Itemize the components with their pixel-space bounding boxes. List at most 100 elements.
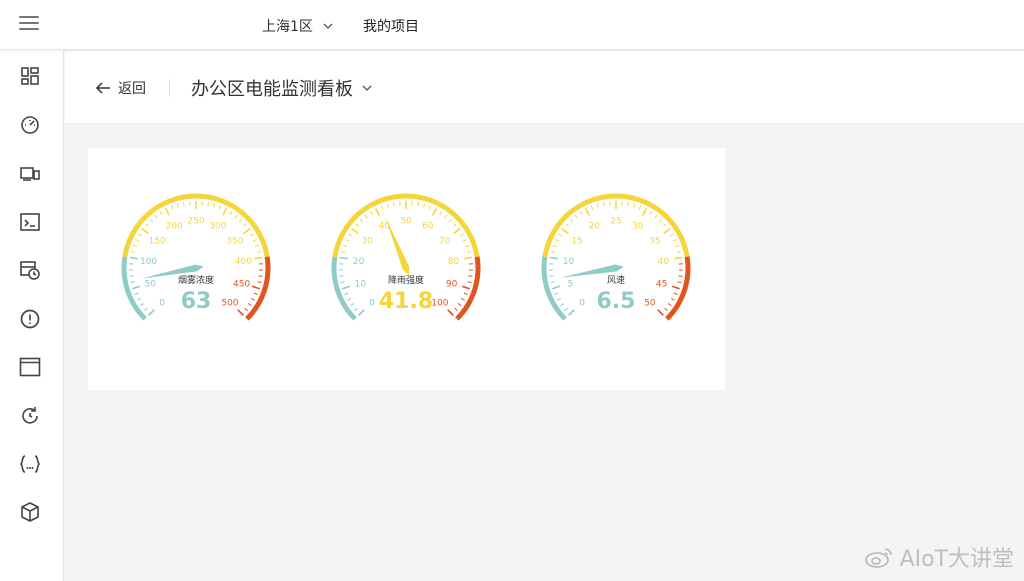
gauge-major-tick [342, 285, 351, 290]
gauge-minor-tick [460, 297, 465, 301]
gauge-minor-tick [467, 281, 472, 284]
gauge-minor-tick [439, 211, 443, 216]
gauge-minor-tick [340, 250, 346, 253]
gauge-major-tick [447, 309, 454, 316]
gauge-minor-tick [345, 239, 350, 242]
back-label: 返回 [118, 81, 146, 97]
dashboard-grid-icon [21, 67, 39, 85]
gauge-minor-tick [463, 292, 468, 296]
gauge-minor-tick [649, 211, 653, 216]
gauge-minor-tick [590, 205, 594, 210]
gauge-tick-label: 300 [209, 222, 226, 232]
code-braces-icon [19, 455, 41, 473]
gauge-major-tick [657, 309, 664, 316]
gauge-major-tick [464, 256, 473, 260]
gauge-tick-label: 70 [439, 236, 451, 246]
sidebar-item-monitor[interactable] [19, 114, 41, 136]
gauge-major-tick [237, 309, 244, 316]
gauge-minor-tick [667, 302, 672, 307]
gauge-minor-tick [554, 292, 559, 296]
gauge-minor-tick [238, 218, 243, 223]
gauge-minor-tick [242, 223, 247, 227]
terminal-icon [20, 213, 40, 231]
speedometer-icon [21, 116, 39, 134]
top-bar: 上海1区 我的项目 [0, 0, 1024, 50]
sidebar-item-history[interactable] [19, 405, 41, 427]
gauge-minor-tick [457, 302, 462, 307]
sidebar-item-devices[interactable] [19, 162, 41, 184]
gauge-minor-tick [417, 202, 420, 207]
gauge-minor-tick [448, 218, 453, 223]
gauge-major-tick [453, 227, 461, 234]
gauge-minor-tick [569, 218, 574, 223]
board-header: 返回 办公区电能监测看板 [65, 51, 1024, 124]
gauge-major-tick [141, 227, 149, 234]
gauge-tick-label: 0 [159, 298, 165, 308]
board-title-selector[interactable]: 办公区电能监测看板 [191, 75, 373, 101]
gauge-tick-label: 5 [567, 279, 573, 289]
gauge-minor-tick [229, 211, 233, 216]
gauge-minor-tick [359, 218, 364, 223]
gauge-name: 烟雾浓度 [178, 274, 214, 286]
gauge-tick-label: 25 [610, 217, 621, 227]
gauge-minor-tick [552, 244, 557, 248]
sidebar-item-alerts[interactable] [19, 308, 41, 330]
gauge-minor-tick [207, 202, 210, 207]
gauge-minor-tick [159, 211, 163, 216]
gauge-tick-label: 30 [632, 222, 644, 232]
gauge-major-tick [642, 207, 648, 216]
region-selector[interactable]: 上海1区 [262, 16, 333, 36]
gauge-minor-tick [452, 223, 457, 227]
gauge-minor-tick [602, 202, 605, 207]
gauge-minor-tick [468, 275, 473, 277]
gauge-minor-tick [137, 297, 142, 301]
watermark-text: AIoT大讲堂 [899, 547, 1014, 572]
gauge-minor-tick [633, 203, 636, 208]
window-icon [19, 357, 41, 377]
gauge-major-tick [549, 256, 558, 260]
gauge-value: 6.5 [597, 289, 636, 314]
project-selector[interactable]: 我的项目 [363, 16, 419, 36]
sidebar-item-schedule[interactable] [19, 259, 41, 281]
gauge-tick-label: 100 [431, 298, 448, 308]
sidebar-item-package[interactable] [19, 501, 41, 523]
gauge-minor-tick [140, 302, 145, 307]
gauge-rain: 0 10 20 30 40 50 60 70 80 90 100 降雨强度 41.8 [321, 188, 491, 338]
gauge-minor-tick [149, 218, 154, 223]
gauge-minor-tick [138, 233, 143, 237]
sidebar-item-api[interactable] [19, 453, 41, 475]
gauge-minor-tick [218, 205, 222, 210]
gauge-minor-tick [132, 244, 137, 248]
gauge-minor-tick [135, 239, 140, 242]
gauge-minor-tick [466, 250, 472, 253]
gauge-minor-tick [423, 203, 426, 208]
gauge-tick-label: 15 [571, 236, 582, 246]
gauge-minor-tick [669, 233, 674, 237]
gauge-minor-tick [555, 239, 560, 242]
gauge-tick-label: 0 [369, 298, 375, 308]
gauge-minor-tick [459, 233, 464, 237]
gauge-tick-label: 50 [644, 298, 656, 308]
gauge-tick-label: 10 [355, 279, 367, 289]
gauge-svg: 050 100 150200 250 300350 400 450 500 烟雾浓度 63 [121, 193, 271, 321]
gauge-tick-label: 100 [140, 257, 157, 267]
gauge-tick-label: 200 [166, 222, 183, 232]
gauge-tick-label: 20 [588, 222, 600, 232]
gauge-minor-tick [369, 211, 373, 216]
hamburger-menu-icon[interactable] [19, 16, 39, 32]
gauge-major-tick [148, 309, 155, 316]
gauge-major-tick [351, 227, 359, 234]
devices-icon [20, 167, 40, 181]
back-button[interactable]: 返回 [95, 78, 146, 98]
gauge-minor-tick [257, 281, 262, 284]
gauge-tick-label: 60 [422, 222, 434, 232]
gauge-major-tick [671, 285, 680, 290]
gauge-minor-tick [565, 223, 570, 227]
gauge-minor-tick [596, 203, 599, 208]
sidebar-item-dashboard[interactable] [19, 65, 41, 87]
gauge-tick-label: 400 [235, 257, 252, 267]
sidebar-item-terminal[interactable] [19, 211, 41, 233]
gauge-minor-tick [673, 292, 678, 296]
gauge-minor-tick [675, 244, 680, 248]
sidebar-item-window[interactable] [19, 356, 41, 378]
